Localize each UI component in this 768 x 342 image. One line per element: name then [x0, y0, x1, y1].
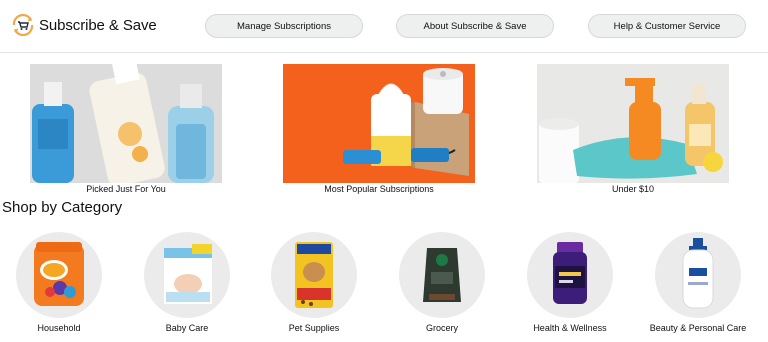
hero-caption-under-ten[interactable]: Under $10 [537, 184, 729, 194]
shop-by-category-title: Shop by Category [2, 199, 123, 216]
logo-text: Subscribe & Save [39, 16, 157, 34]
category-health-wellness-image[interactable] [527, 232, 613, 318]
category-grocery-label[interactable]: Grocery [387, 323, 497, 333]
category-grocery-image[interactable] [399, 232, 485, 318]
about-subscribe-save-button[interactable]: About Subscribe & Save [396, 14, 554, 38]
under-ten-image[interactable] [537, 64, 729, 183]
top-header: Subscribe & Save Manage Subscriptions Ab… [0, 0, 768, 53]
category-household-label[interactable]: Household [4, 323, 114, 333]
category-baby-care-label[interactable]: Baby Care [132, 323, 242, 333]
category-pet-supplies-image[interactable] [271, 232, 357, 318]
category-baby-care-image[interactable] [144, 232, 230, 318]
category-health-wellness-label[interactable]: Health & Wellness [515, 323, 625, 333]
category-beauty-personal-care-image[interactable] [655, 232, 741, 318]
category-household-image[interactable] [16, 232, 102, 318]
category-pet-supplies-label[interactable]: Pet Supplies [259, 323, 369, 333]
popular-subscriptions-image[interactable] [283, 64, 475, 183]
picked-for-you-image[interactable] [30, 64, 222, 183]
cart-refresh-icon [12, 13, 34, 37]
subscribe-save-logo[interactable]: Subscribe & Save [10, 12, 157, 38]
help-customer-service-button[interactable]: Help & Customer Service [588, 14, 746, 38]
category-beauty-personal-care-label[interactable]: Beauty & Personal Care [643, 323, 753, 333]
manage-subscriptions-button[interactable]: Manage Subscriptions [205, 14, 363, 38]
hero-caption-popular[interactable]: Most Popular Subscriptions [283, 184, 475, 194]
hero-caption-picked[interactable]: Picked Just For You [30, 184, 222, 194]
